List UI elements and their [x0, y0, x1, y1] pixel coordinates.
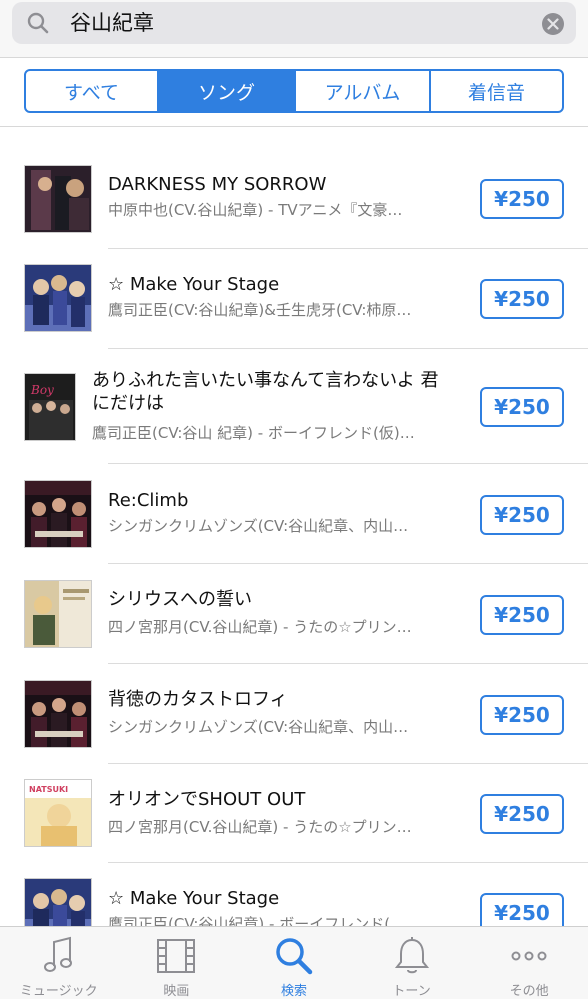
- film-icon: [157, 939, 196, 973]
- search-icon: [276, 938, 313, 975]
- more-icon: [511, 951, 547, 961]
- tab-tones[interactable]: トーン: [353, 927, 471, 999]
- song-title: ☆ Make Your Stage: [108, 888, 280, 909]
- song-title: ありふれた言いたい事なんて言わないよ 君にだけは: [92, 370, 439, 414]
- price-button[interactable]: ¥250: [480, 695, 564, 735]
- price-button[interactable]: ¥250: [480, 279, 564, 319]
- tab-label: トーン: [392, 984, 431, 999]
- list-item[interactable]: NATSUKI オリオンでSHOUT OUT 四ノ宮那月(CV.谷山紀章) - …: [0, 764, 588, 863]
- svg-text:NATSUKI: NATSUKI: [29, 785, 68, 794]
- album-art: [24, 264, 92, 332]
- song-subtitle: 中原中也(CV.谷山紀章) - TVアニメ『文豪…: [108, 201, 403, 219]
- list-item[interactable]: ☆ Make Your Stage 鷹司正臣(CV:谷山紀章)&壬生虎牙(CV:…: [0, 249, 588, 349]
- price-button[interactable]: ¥250: [480, 179, 564, 219]
- album-art: [24, 580, 92, 648]
- segment-albums[interactable]: アルバム: [296, 71, 431, 111]
- song-subtitle: 鷹司正臣(CV:谷山紀章) - ボーイフレンド(…: [108, 915, 406, 926]
- results-list: DARKNESS MY SORROW 中原中也(CV.谷山紀章) - TVアニメ…: [0, 150, 588, 926]
- song-title: オリオンでSHOUT OUT: [108, 789, 306, 810]
- search-bar: 谷山紀章: [0, 0, 588, 58]
- album-art: [24, 680, 92, 748]
- song-title: シリウスへの誓い: [108, 589, 252, 610]
- album-art: [24, 480, 92, 548]
- price-button[interactable]: ¥250: [480, 495, 564, 535]
- song-subtitle: 四ノ宮那月(CV.谷山紀章) - うたの☆プリン…: [108, 618, 412, 636]
- list-item[interactable]: 背徳のカタストロフィ シンガンクリムゾンズ(CV:谷山紀章、内山… ¥250: [0, 664, 588, 764]
- tab-label: ミュージック: [19, 984, 98, 999]
- list-item[interactable]: DARKNESS MY SORROW 中原中也(CV.谷山紀章) - TVアニメ…: [0, 150, 588, 249]
- segment-ringtones[interactable]: 着信音: [431, 71, 562, 111]
- song-subtitle: 鷹司正臣(CV:谷山紀章)&壬生虎牙(CV:柿原…: [108, 301, 412, 319]
- svg-text:Boy: Boy: [30, 383, 54, 397]
- category-segmented-control: すべて ソング アルバム 着信音: [24, 69, 564, 113]
- tab-label: その他: [509, 984, 549, 999]
- tab-search[interactable]: 検索: [235, 927, 353, 999]
- segment-all[interactable]: すべて: [26, 71, 159, 111]
- search-field[interactable]: 谷山紀章: [12, 2, 576, 44]
- album-art: Boy: [24, 373, 76, 441]
- price-button[interactable]: ¥250: [480, 893, 564, 926]
- list-item[interactable]: Re:Climb シンガンクリムゾンズ(CV:谷山紀章、内山… ¥250: [0, 464, 588, 564]
- album-art: [24, 165, 92, 233]
- clear-icon[interactable]: [542, 13, 564, 35]
- divider: [0, 126, 588, 127]
- list-item[interactable]: ☆ Make Your Stage 鷹司正臣(CV:谷山紀章) - ボーイフレン…: [0, 863, 588, 926]
- song-subtitle: 四ノ宮那月(CV.谷山紀章) - うたの☆プリン…: [108, 818, 412, 836]
- price-button[interactable]: ¥250: [480, 794, 564, 834]
- music-note-icon: [43, 936, 72, 972]
- album-art: [24, 878, 92, 926]
- song-title: 背徳のカタストロフィ: [108, 689, 288, 710]
- segment-songs[interactable]: ソング: [159, 71, 296, 111]
- tab-music[interactable]: ミュージック: [0, 927, 118, 999]
- album-art: NATSUKI: [24, 779, 92, 847]
- song-title: Re:Climb: [108, 490, 189, 511]
- song-subtitle: シンガンクリムゾンズ(CV:谷山紀章、内山…: [108, 517, 409, 535]
- song-subtitle: 鷹司正臣(CV:谷山 紀章) - ボーイフレンド(仮)…: [92, 424, 415, 442]
- song-title: ☆ Make Your Stage: [108, 274, 280, 295]
- search-query[interactable]: 谷山紀章: [70, 10, 154, 36]
- bell-icon: [394, 937, 429, 974]
- tab-bar: ミュージック 映画 検索 トーン その他: [0, 926, 588, 999]
- tab-label: 検索: [280, 984, 307, 999]
- price-button[interactable]: ¥250: [480, 387, 564, 427]
- tab-movies[interactable]: 映画: [118, 927, 236, 999]
- list-item[interactable]: Boy ありふれた言いたい事なんて言わないよ 君にだけは 鷹司正臣(CV:谷山 …: [0, 349, 588, 464]
- song-subtitle: シンガンクリムゾンズ(CV:谷山紀章、内山…: [108, 718, 409, 736]
- price-button[interactable]: ¥250: [480, 595, 564, 635]
- song-title: DARKNESS MY SORROW: [108, 174, 327, 195]
- list-item[interactable]: シリウスへの誓い 四ノ宮那月(CV.谷山紀章) - うたの☆プリン… ¥250: [0, 564, 588, 664]
- tab-more[interactable]: その他: [470, 927, 588, 999]
- magnifier-icon: [27, 12, 49, 34]
- tab-label: 映画: [163, 984, 190, 999]
